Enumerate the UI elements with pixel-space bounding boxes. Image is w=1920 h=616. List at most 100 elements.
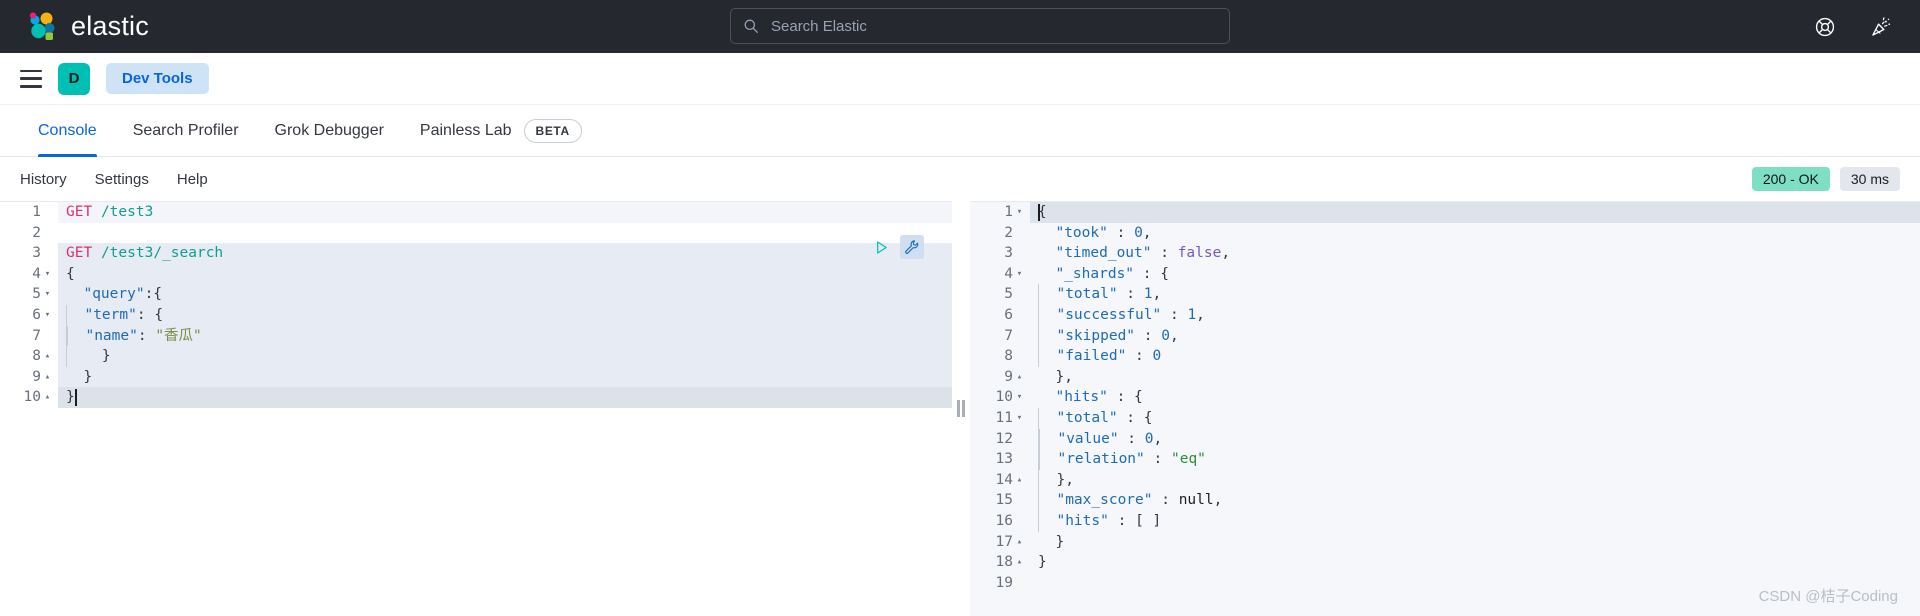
code-line[interactable]: 7 "skipped" : 0, xyxy=(970,325,1920,347)
whats-new-party-popper-icon[interactable] xyxy=(1870,16,1892,38)
token-key: "relation" xyxy=(1057,451,1145,468)
token-key: "hits" xyxy=(1055,389,1108,406)
code-line[interactable]: 1 ▾{ xyxy=(970,202,1920,223)
code-line[interactable]: 2 xyxy=(0,222,952,244)
code-line[interactable]: 10 ▾ "hits" : { xyxy=(970,387,1920,408)
response-time-badge: 30 ms xyxy=(1839,167,1900,191)
global-search[interactable]: Search Elastic xyxy=(730,8,1230,44)
token-punc xyxy=(66,286,83,302)
code-line[interactable]: 5 ▾ "query":{ xyxy=(0,284,952,305)
code-line[interactable]: 18 ▴} xyxy=(970,552,1920,573)
code-line[interactable]: 3 GET /test3/_search xyxy=(0,243,952,264)
token-key: "hits" xyxy=(1056,512,1109,529)
fold-toggle-icon[interactable]: ▴ xyxy=(41,346,54,367)
code-line[interactable]: 14 ▴ }, xyxy=(970,469,1920,491)
token-key: "query" xyxy=(83,286,145,303)
app-badge-dev-tools[interactable]: Dev Tools xyxy=(106,63,209,94)
code-line[interactable]: 11 ▾ "total" : { xyxy=(970,407,1920,429)
fold-toggle-icon[interactable]: ▾ xyxy=(1013,202,1026,223)
code-text: "hits" : { xyxy=(1030,387,1920,408)
fold-toggle-icon[interactable]: ▾ xyxy=(41,284,54,305)
line-number: 5 ▾ xyxy=(0,284,58,305)
tab-grok-debugger[interactable]: Grok Debugger xyxy=(257,105,402,157)
response-viewer[interactable]: 1 ▾{2 "took" : 0, 3 "timed_out" : false, 4 ▾… xyxy=(970,201,1920,616)
code-line[interactable]: 2 "took" : 0, xyxy=(970,222,1920,244)
request-actions xyxy=(869,235,924,259)
token-punc: : xyxy=(1118,430,1145,447)
code-text: "took" : 0, xyxy=(1030,223,1920,244)
line-number: 2 xyxy=(0,222,58,244)
code-text: } xyxy=(1030,552,1920,573)
token-key: "successful" xyxy=(1056,306,1162,323)
play-triangle-icon[interactable] xyxy=(869,235,893,259)
indent-guide xyxy=(1038,346,1039,367)
code-line[interactable]: 4 ▾ { xyxy=(0,263,952,285)
brand[interactable]: elastic xyxy=(26,11,149,43)
settings-button[interactable]: Settings xyxy=(95,171,149,188)
fold-toggle-icon[interactable]: ▾ xyxy=(41,264,54,285)
code-line[interactable]: 15 "max_score" : null, xyxy=(970,490,1920,511)
help-lifebuoy-icon[interactable] xyxy=(1814,16,1836,38)
code-text: "total" : 1, xyxy=(1030,284,1920,305)
token-bool: false xyxy=(1177,245,1222,262)
code-line[interactable]: 10 ▴} xyxy=(0,387,952,408)
tab-painless-lab[interactable]: Painless Lab BETA xyxy=(402,105,600,157)
history-button[interactable]: History xyxy=(20,171,67,188)
code-line[interactable]: 16 "hits" : [ ] xyxy=(970,510,1920,532)
fold-toggle-icon[interactable]: ▾ xyxy=(1013,264,1026,285)
avatar[interactable]: D xyxy=(58,62,90,95)
brand-name: elastic xyxy=(71,11,149,41)
fold-toggle-icon[interactable]: ▴ xyxy=(1013,552,1026,573)
code-text: "timed_out" : false, xyxy=(1030,243,1920,264)
indent-guide xyxy=(66,304,67,326)
code-line[interactable]: 13 "relation" : "eq" xyxy=(970,449,1920,470)
fold-toggle-icon[interactable]: ▾ xyxy=(41,305,54,326)
code-line[interactable]: 12 "value" : 0, xyxy=(970,428,1920,450)
code-line[interactable]: 9 ▴ } xyxy=(0,366,952,388)
code-line[interactable]: 5 "total" : 1, xyxy=(970,284,1920,305)
help-button[interactable]: Help xyxy=(177,171,208,188)
tab-painless-lab-label: Painless Lab xyxy=(419,121,512,139)
fold-toggle-icon[interactable]: ▴ xyxy=(1013,367,1026,388)
code-line[interactable]: 6 "successful" : 1, xyxy=(970,304,1920,326)
token-num: 0 xyxy=(1134,224,1143,241)
pane-resize-handle[interactable] xyxy=(952,201,970,616)
fold-toggle-icon[interactable]: ▴ xyxy=(1013,532,1026,553)
token-punc: , xyxy=(1169,327,1179,344)
fold-toggle-icon[interactable]: ▴ xyxy=(41,367,54,388)
indent-guide xyxy=(1038,304,1039,326)
indent-guide xyxy=(1039,428,1040,450)
wrench-icon[interactable] xyxy=(900,235,924,259)
code-line[interactable]: 1 GET /test3 xyxy=(0,202,952,223)
fold-toggle-icon[interactable]: ▴ xyxy=(1013,470,1026,491)
code-line[interactable]: 6 ▾ "term": { xyxy=(0,304,952,326)
token-punc: , xyxy=(1221,245,1231,262)
request-code-area[interactable]: 1 GET /test3 2 3 GET /test3/_search 4 ▾{5 ▾ "qu… xyxy=(0,202,952,616)
drag-handle-icon xyxy=(957,400,965,417)
tab-console[interactable]: Console xyxy=(20,105,115,157)
indent-guide xyxy=(1038,407,1039,429)
line-number: 6 xyxy=(970,304,1030,326)
tab-search-profiler[interactable]: Search Profiler xyxy=(115,105,257,157)
request-editor[interactable]: 1 GET /test3 2 3 GET /test3/_search 4 ▾{5 ▾ "qu… xyxy=(0,201,952,616)
fold-toggle-icon[interactable]: ▾ xyxy=(1013,408,1026,429)
response-code-area[interactable]: 1 ▾{2 "took" : 0, 3 "timed_out" : false, 4 ▾… xyxy=(970,202,1920,616)
token-punc: , xyxy=(1152,286,1162,303)
line-number: 6 ▾ xyxy=(0,304,58,326)
code-line[interactable]: 9 ▴ }, xyxy=(970,366,1920,388)
code-line[interactable]: 17 ▴ } xyxy=(970,531,1920,553)
code-line[interactable]: 7 "name": "香瓜" xyxy=(0,325,952,347)
code-text: "name": "香瓜" xyxy=(58,325,952,347)
token-punc xyxy=(92,245,101,261)
code-line[interactable]: 4 ▾ "_shards" : { xyxy=(970,263,1920,285)
code-line[interactable]: 3 "timed_out" : false, xyxy=(970,243,1920,264)
token-url: /test3 xyxy=(100,204,154,220)
code-line[interactable]: 8 "failed" : 0 xyxy=(970,346,1920,367)
fold-toggle-icon[interactable]: ▾ xyxy=(1013,387,1026,408)
code-text: "max_score" : null, xyxy=(1030,490,1920,511)
code-line[interactable]: 8 ▴ } xyxy=(0,346,952,367)
hamburger-menu-icon[interactable] xyxy=(20,69,42,88)
token-punc: [ ] xyxy=(1135,512,1162,529)
search-input[interactable]: Search Elastic xyxy=(771,18,867,35)
fold-toggle-icon[interactable]: ▴ xyxy=(41,387,54,408)
